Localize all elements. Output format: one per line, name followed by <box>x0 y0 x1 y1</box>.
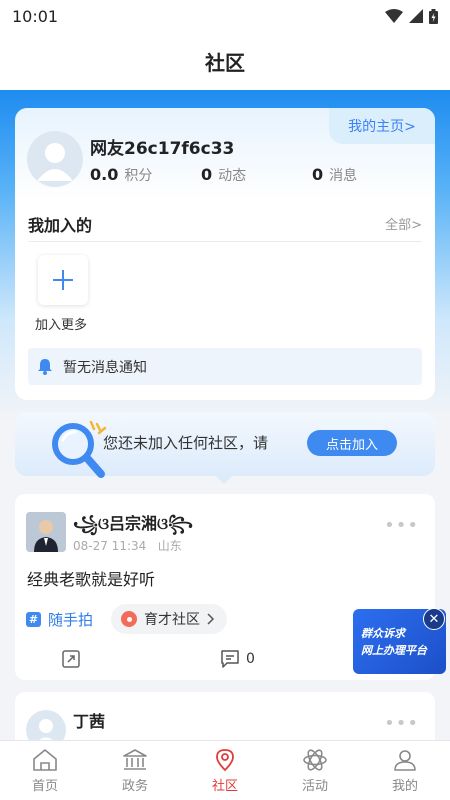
banner-text: 您还未加入任何社区，请 <box>103 434 269 452</box>
notification-bar[interactable]: 暂无消息通知 <box>28 348 422 385</box>
post-meta: 08-27 11:34 山东 <box>73 537 182 554</box>
comment-count: 0 <box>246 651 255 667</box>
battery-icon <box>429 8 438 24</box>
join-button[interactable]: 点击加入 <box>307 430 397 456</box>
banner-pointer <box>216 476 232 484</box>
my-homepage-link[interactable]: 我的主页> <box>329 108 435 144</box>
status-bar: 10:01 <box>0 0 450 32</box>
post-author-avatar[interactable] <box>26 512 66 552</box>
more-options-icon[interactable]: ••• <box>384 515 419 536</box>
page-title: 社区 <box>0 32 450 90</box>
avatar[interactable] <box>27 131 83 187</box>
community-tag[interactable]: 育才社区 <box>111 604 227 634</box>
community-label: 育才社区 <box>144 612 200 628</box>
bottom-tab-bar: 首页 政务 社区 活动 我的 <box>0 740 450 800</box>
location-pin-icon <box>121 611 137 627</box>
share-button[interactable] <box>62 650 80 672</box>
location-pin-icon <box>216 748 234 771</box>
username: 网友26c17f6c33 <box>90 139 235 159</box>
close-icon[interactable]: ✕ <box>423 608 445 630</box>
post-author-name[interactable]: 丁茜 <box>73 708 105 732</box>
user-photo <box>26 512 66 552</box>
user-icon <box>394 749 416 771</box>
wifi-icon <box>385 9 403 23</box>
default-avatar-icon <box>37 143 73 181</box>
home-icon <box>33 748 57 771</box>
ad-line-2: 网上办理平台 <box>361 643 427 657</box>
hashtag-icon: # <box>26 612 41 627</box>
divider <box>28 241 422 242</box>
add-more-label: 加入更多 <box>35 318 88 333</box>
share-icon <box>62 650 80 668</box>
stat-points[interactable]: 0.0 积分 <box>90 165 152 185</box>
add-community-button[interactable] <box>38 255 88 305</box>
status-time: 10:01 <box>12 6 59 26</box>
comment-button[interactable]: 0 <box>220 650 255 668</box>
join-community-banner: 您还未加入任何社区，请 点击加入 <box>15 412 435 478</box>
plus-icon <box>53 270 73 290</box>
magnifier-icon <box>52 420 107 478</box>
tab-me[interactable]: 我的 <box>360 741 450 800</box>
atom-icon <box>303 748 327 771</box>
view-all-link[interactable]: 全部> <box>385 214 422 233</box>
notification-text: 暂无消息通知 <box>63 359 147 376</box>
stat-messages[interactable]: 0 消息 <box>312 165 357 185</box>
post-location: 山东 <box>157 539 182 553</box>
tab-community[interactable]: 社区 <box>180 741 270 800</box>
joined-communities-title: 我加入的 <box>28 216 93 235</box>
government-building-icon <box>123 748 147 770</box>
tab-home[interactable]: 首页 <box>0 741 90 800</box>
stat-posts[interactable]: 0 动态 <box>201 165 246 185</box>
bell-icon <box>38 359 52 375</box>
post-content: 经典老歌就是好听 <box>27 570 156 589</box>
tab-activities[interactable]: 活动 <box>270 741 360 800</box>
profile-card: 我的主页> 网友26c17f6c33 0.0 积分 0 动态 0 消息 我加入的… <box>15 108 435 400</box>
post-time: 08-27 11:34 <box>73 539 147 553</box>
topic-label: 随手拍 <box>48 611 94 629</box>
more-options-icon[interactable]: ••• <box>384 713 419 734</box>
tab-government[interactable]: 政务 <box>90 741 180 800</box>
signal-icon <box>409 9 423 23</box>
comment-icon <box>221 650 239 668</box>
topic-tag[interactable]: # 随手拍 <box>26 609 93 630</box>
chevron-right-icon <box>207 613 215 625</box>
